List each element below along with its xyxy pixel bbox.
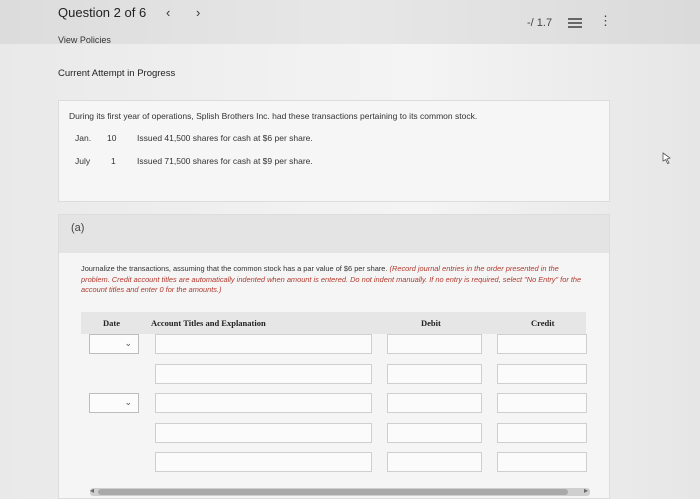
account-input[interactable] xyxy=(155,452,372,472)
chevron-right-icon[interactable]: › xyxy=(196,5,200,20)
credit-input[interactable] xyxy=(497,393,587,413)
chevron-left-icon[interactable]: ‹ xyxy=(166,5,170,20)
credit-input[interactable] xyxy=(497,334,587,354)
attempt-status: Current Attempt in Progress xyxy=(58,68,176,79)
tx-month: July xyxy=(75,156,91,166)
more-vertical-icon[interactable]: ⋮ xyxy=(599,14,612,27)
scroll-right-icon[interactable]: ▸ xyxy=(584,486,588,495)
credit-column-header: Credit xyxy=(531,318,555,328)
account-column-header: Account Titles and Explanation xyxy=(151,318,266,328)
account-input[interactable] xyxy=(155,334,372,354)
part-label: (a) xyxy=(71,222,85,234)
problem-statement: During its first year of operations, Spl… xyxy=(58,100,610,202)
part-a-panel: (a) Journalize the transactions, assumin… xyxy=(58,214,610,499)
part-header: (a) xyxy=(59,215,609,253)
debit-input[interactable] xyxy=(387,452,482,472)
instructions: Journalize the transactions, assuming th… xyxy=(81,264,586,296)
chevron-down-icon: ⌄ xyxy=(124,338,132,348)
problem-intro: During its first year of operations, Spl… xyxy=(69,111,478,121)
score-display: -/ 1.7 xyxy=(527,17,553,29)
account-input[interactable] xyxy=(155,393,372,413)
credit-input[interactable] xyxy=(497,364,587,384)
debit-input[interactable] xyxy=(387,364,482,384)
horizontal-scrollbar[interactable]: ◂ ▸ xyxy=(90,486,590,496)
debit-input[interactable] xyxy=(387,393,482,413)
tx-day: 10 xyxy=(107,133,117,143)
debit-input[interactable] xyxy=(387,423,482,443)
view-policies-link[interactable]: View Policies xyxy=(58,35,111,45)
scroll-left-icon[interactable]: ◂ xyxy=(90,486,94,495)
debit-column-header: Debit xyxy=(421,318,441,328)
journal-table-header: Date Account Titles and Explanation Debi… xyxy=(81,312,586,334)
tx-text: Issued 71,500 shares for cash at $9 per … xyxy=(137,156,313,166)
mouse-cursor-icon xyxy=(662,152,671,164)
scrollbar-thumb[interactable] xyxy=(98,489,568,495)
credit-input[interactable] xyxy=(497,452,587,472)
list-icon[interactable] xyxy=(568,18,582,28)
date-select[interactable]: ⌄ xyxy=(89,393,139,413)
account-input[interactable] xyxy=(155,364,372,384)
credit-input[interactable] xyxy=(497,423,587,443)
tx-text: Issued 41,500 shares for cash at $6 per … xyxy=(137,133,313,143)
account-input[interactable] xyxy=(155,423,372,443)
tx-month: Jan. xyxy=(75,133,92,143)
question-label: Question 2 of 6 xyxy=(58,5,147,20)
tx-day: 1 xyxy=(111,156,116,166)
debit-input[interactable] xyxy=(387,334,482,354)
date-column-header: Date xyxy=(103,318,120,328)
chevron-down-icon: ⌄ xyxy=(124,397,132,407)
date-select[interactable]: ⌄ xyxy=(89,334,139,354)
instruction-text: Journalize the transactions, assuming th… xyxy=(81,264,388,273)
